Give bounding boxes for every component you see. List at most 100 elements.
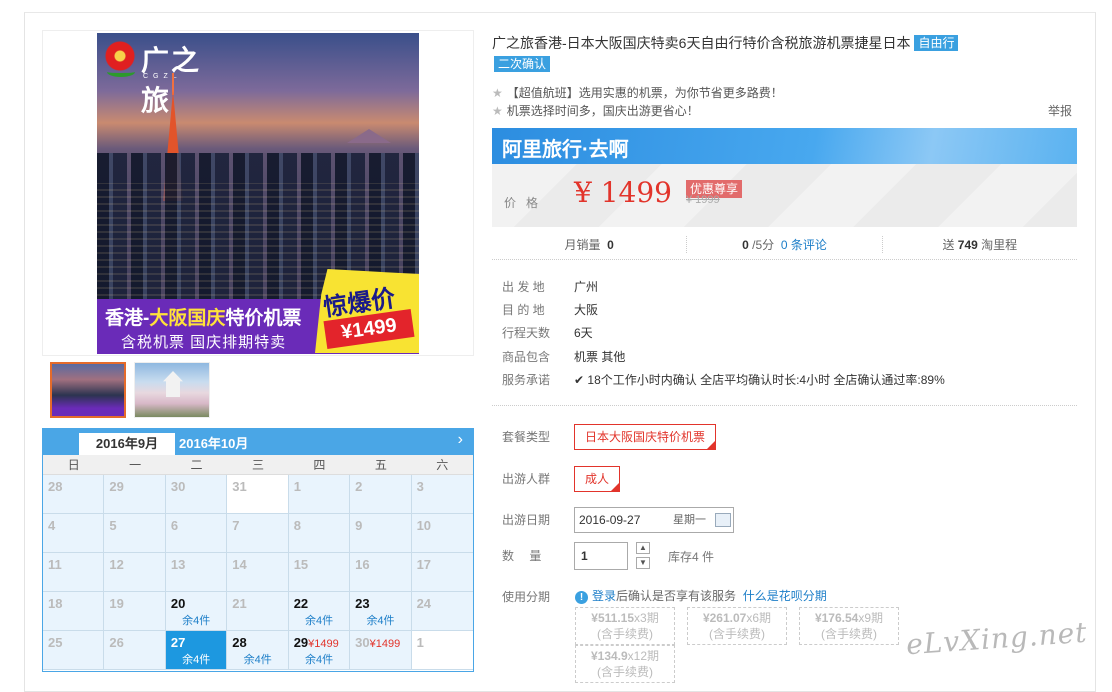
day-number: 25 <box>48 635 63 650</box>
qty-label: 数 量 <box>502 549 548 563</box>
tab-september[interactable]: 2016年9月 <box>79 433 175 455</box>
mileage: 送 749 淘里程 <box>942 238 1018 252</box>
calendar-day[interactable]: 20 余4件 <box>165 592 228 631</box>
day-number: 13 <box>170 557 186 572</box>
old-price: ¥ 1999 <box>686 194 720 206</box>
calendar-day: 29 <box>104 475 166 514</box>
day-number: 30 <box>355 635 370 650</box>
star-icon: ★ <box>492 104 503 118</box>
weekday-label: 一 <box>129 458 142 472</box>
calendar-day: 3 <box>411 475 473 514</box>
info-key: 行程天数 <box>502 326 551 340</box>
info-key: 目 的 地 <box>502 303 545 317</box>
calendar-day: 10 <box>411 514 473 553</box>
poster-subline: 含税机票 国庆排期特卖 <box>121 334 287 351</box>
day-number: 1 <box>416 635 424 650</box>
package-option[interactable]: 日本大阪国庆特价机票 <box>574 424 717 450</box>
price-value: ¥ 1499 <box>574 176 672 209</box>
confirm-badge: 二次确认 <box>494 56 551 72</box>
calendar-day[interactable]: 29¥1499 余4件 <box>288 631 351 670</box>
weekday-label: 三 <box>251 458 264 472</box>
product-title: 广之旅香港-日本大阪国庆特卖6天自由行特价含税旅游机票捷星日本 自由行 <box>492 34 1072 52</box>
day-number: 8 <box>293 518 301 533</box>
stats-row: 月销量 0 0 /5分 0 条评论 送 749 淘里程 <box>492 230 1077 260</box>
calendar-day[interactable]: 23 余4件 <box>350 592 412 631</box>
day-number: 28 <box>48 479 63 494</box>
qty-down-icon[interactable]: ▼ <box>636 557 650 569</box>
weekday-label: 日 <box>67 458 80 472</box>
promo-line-1: ★ 【超值航班】选用实惠的机票，为你节省更多路费！ <box>492 86 783 100</box>
day-stock: 余4件 <box>366 615 395 627</box>
thumbnail-2[interactable] <box>134 362 210 418</box>
people-option[interactable]: 成人 <box>574 466 621 492</box>
day-number: 22 <box>293 596 309 611</box>
reviews-link[interactable]: 0 条评论 <box>781 238 827 252</box>
calendar-day: 8 <box>288 514 351 553</box>
tab-october[interactable]: 2016年10月 <box>177 433 248 455</box>
main-image[interactable]: 广之旅 CGZL 香港-大阪国庆特价机票 含税机票 国庆排期特卖 惊爆价 ¥14… <box>42 30 474 356</box>
day-number: 10 <box>416 518 432 533</box>
brand-logo: 广之旅 CGZL <box>105 39 215 117</box>
day-number: 18 <box>48 596 63 611</box>
date-weekday: 星期一 <box>673 514 706 526</box>
day-number: 26 <box>109 635 124 650</box>
day-stock: 余4件 <box>182 615 211 627</box>
login-link[interactable]: 登录 <box>592 589 616 603</box>
info-value: 机票 其他 <box>574 350 626 364</box>
brand-title: 阿里旅行·去啊 <box>502 139 629 161</box>
day-number: 2 <box>355 479 363 494</box>
promo-line-2: ★ 机票选择时间多，国庆出游更省心！ <box>492 104 699 118</box>
castle-icon <box>163 371 183 397</box>
installment-plan[interactable]: ¥511.15x3期 (含手续费) <box>575 607 675 645</box>
installment-label: 使用分期 <box>502 590 551 604</box>
check-icon: ✔ <box>574 373 588 387</box>
price-label: 价格 <box>504 196 549 210</box>
day-number: 12 <box>109 557 124 572</box>
price-box: 价格 ¥ 1499 优惠尊享 ¥ 1999 <box>492 164 1077 227</box>
calendar-day: 18 <box>43 592 105 631</box>
calendar-icon[interactable] <box>715 513 731 527</box>
weekday-label: 四 <box>313 458 326 472</box>
calendar-day: 21 <box>227 592 289 631</box>
calendar-day[interactable]: 28 余4件 <box>227 631 289 670</box>
date-input[interactable]: 2016-09-27 星期一 <box>574 507 734 533</box>
qty-up-icon[interactable]: ▲ <box>636 542 650 554</box>
report-link[interactable]: 举报 <box>1048 102 1072 119</box>
calendar-day: 9 <box>350 514 412 553</box>
monthly-sales: 月销量 0 <box>492 236 688 253</box>
huabei-link[interactable]: 什么是花呗分期 <box>743 589 827 603</box>
day-number: 31 <box>232 479 247 494</box>
day-stock: 余4件 <box>305 654 334 666</box>
calendar-day: 11 <box>43 553 105 592</box>
calendar-day: 24 <box>411 592 473 631</box>
calendar-day[interactable]: 27 余4件 <box>165 631 228 670</box>
day-stock: 余4件 <box>182 654 211 666</box>
info-key: 商品包含 <box>502 350 551 364</box>
day-number: 14 <box>232 557 247 572</box>
stock-text: 库存4 件 <box>668 550 715 564</box>
calendar-day: 25 <box>43 631 105 670</box>
calendar-day: 17 <box>411 553 473 592</box>
poster-headline: 香港-大阪国庆特价机票 <box>105 308 302 329</box>
thumbnail-1[interactable] <box>50 362 126 418</box>
installment-plan[interactable]: ¥176.54x9期 (含手续费) <box>799 607 899 645</box>
day-stock: 余4件 <box>305 615 334 627</box>
day-number: 11 <box>48 557 62 572</box>
logo-subtext: CGZL <box>143 73 182 80</box>
installment-plan[interactable]: ¥261.07x6期 (含手续费) <box>687 607 787 645</box>
free-travel-badge: 自由行 <box>914 35 959 51</box>
quantity-input[interactable]: 1 <box>574 542 628 570</box>
date-value: 2016-09-27 <box>579 513 641 527</box>
day-number: 21 <box>232 596 247 611</box>
installment-plan[interactable]: ¥134.9x12期 (含手续费) <box>575 645 675 683</box>
product-poster: 广之旅 CGZL 香港-大阪国庆特价机票 含税机票 国庆排期特卖 惊爆价 ¥14… <box>97 33 419 354</box>
info-key: 出 发 地 <box>502 280 545 294</box>
calendar-day[interactable]: 22 余4件 <box>288 592 351 631</box>
day-number: 27 <box>170 635 186 650</box>
weekday-row: 日一二三四五六 <box>43 455 473 475</box>
calendar-day: 5 <box>104 514 166 553</box>
calendar-header: 2016年9月 2016年10月 › <box>43 429 473 455</box>
info-value: 广州 <box>574 280 599 294</box>
next-month-icon[interactable]: › <box>458 431 463 449</box>
day-stock: 余4件 <box>243 654 272 666</box>
